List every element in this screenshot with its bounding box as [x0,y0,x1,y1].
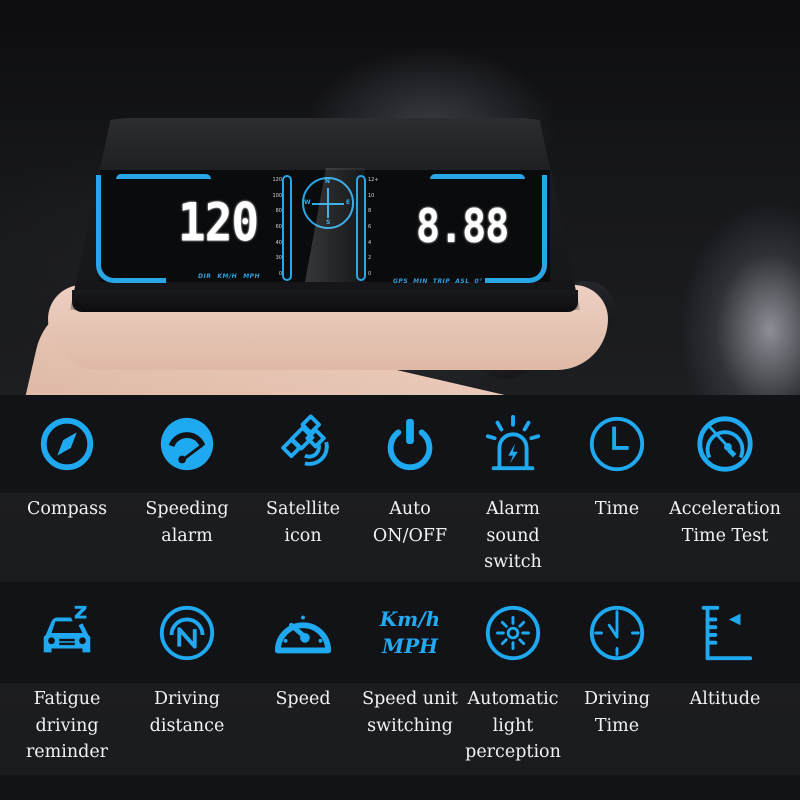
secondary-unit-labels: GPS MIN TRIP ASL 0° [393,278,483,285]
feature-label-line: perception [465,742,561,762]
feature-label: Compass [2,496,132,523]
compass-west: W [304,199,311,206]
feature-label: Driving distance [122,686,252,739]
feature-label-line: sound [486,525,540,546]
hud-label: GPS [393,278,409,285]
gauge-tick-label: 2 [368,255,372,262]
feature-label-line: driving [35,715,99,736]
north-distance-icon [152,598,222,668]
gauge-tick-label: 10 [368,192,375,199]
feature-label-line: switch [484,552,542,572]
unit-text-line: Km/h [379,607,441,631]
feature-label-line: Speeding [145,499,229,519]
light-sensor-icon [478,598,548,668]
feature-label: Acceleration Time Test [660,496,790,549]
altitude-icon [690,598,760,668]
hud-label: MIN [413,278,428,285]
feature-label-line: Driving [154,689,220,709]
feature-label-line: Time [594,715,640,736]
gauge-tick-label: 120 [272,177,282,183]
stopwatch-icon [582,598,652,668]
gauge-tick-label: 12+ [368,177,379,183]
secondary-readout: 8.88 [416,200,509,254]
clock-icon [582,409,652,479]
gauge-tick-label: 0 [278,270,282,277]
sleepy-car-icon [32,598,102,668]
left-accent-top [116,174,211,184]
feature-label-line: distance [149,715,225,736]
gauge-tick-label: 100 [272,192,282,199]
hud-device-base [72,290,578,312]
gauge-tick-label: 30 [275,255,282,262]
feature-label-line: Acceleration [669,499,781,519]
speedometer-alarm-icon [152,409,222,479]
hud-label: MPH [243,273,261,280]
feature-label-line: Fatigue [33,689,101,709]
satellite-icon [268,409,338,479]
unit-text-icon: Km/h MPH [360,598,460,668]
feature-label: Altitude [660,686,790,713]
acceleration-gauge-icon [690,409,760,479]
gauge-tick-label: 40 [275,239,282,246]
gauge-tick-label: 6 [368,223,372,230]
feature-label-line: alarm [161,525,213,546]
feature-label-line: Altitude [689,689,761,709]
feature-label-line: reminder [25,742,109,762]
bottom-band [0,775,800,800]
unit-text-line: MPH [381,634,439,658]
hud-label: ASL [455,278,470,285]
gauge-tick-label: 80 [275,208,282,215]
speedometer-icon [268,598,338,668]
hud-label: 0° [474,278,483,285]
gauge-tick-label: 4 [368,239,372,246]
left-accent-bracket [96,175,166,283]
hud-label: DIR [198,273,212,280]
power-icon [375,409,445,479]
compass-icon [32,409,102,479]
right-accent-top [430,174,525,184]
right-gauge-ticks: 12+ 10 8 6 4 2 0 [368,177,382,277]
gauge-tick-label: 60 [275,223,282,230]
gauge-tick-label: 0 [368,270,372,277]
right-gauge-bar [356,175,366,281]
speed-gauge-bar [282,175,292,281]
feature-label-line: Compass [26,499,108,519]
siren-icon [478,409,548,479]
hud-label: KM/H [217,273,238,280]
speed-readout: 120 [178,190,259,254]
speed-unit-labels: DIR KM/H MPH [198,273,260,280]
hud-label: TRIP [432,278,451,285]
feature-label-line: Time Test [681,525,769,546]
speed-gauge-ticks: 120 100 80 60 40 30 0 [270,177,282,277]
product-photo: 120 DIR KM/H MPH 120100806040300 N E S W… [0,0,800,395]
gauge-tick-label: 8 [368,208,372,215]
feature-label: Speeding alarm [122,496,252,549]
feature-label: Fatigue driving reminder [2,686,132,766]
